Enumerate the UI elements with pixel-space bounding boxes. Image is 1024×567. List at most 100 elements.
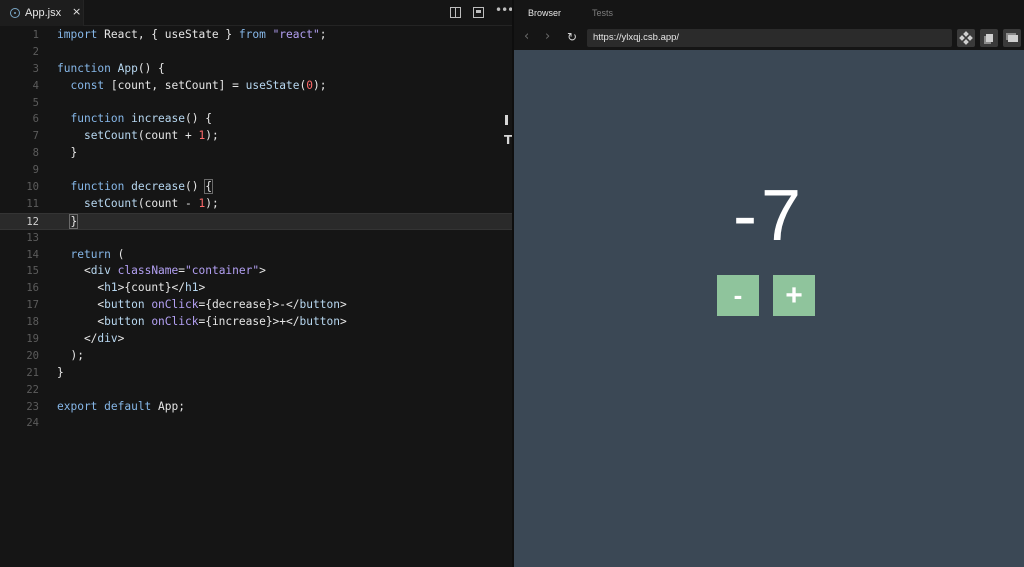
line-number: 5 — [32, 96, 39, 109]
line-number: 16 — [26, 282, 39, 295]
code-line[interactable]: 5 — [0, 95, 512, 112]
code-token: ={decrease}>-</ — [198, 298, 300, 312]
line-text: ); — [57, 348, 84, 365]
code-token: import — [57, 28, 105, 41]
code-token: const — [70, 78, 111, 92]
code-token: () { — [185, 112, 212, 126]
code-line[interactable]: 16 <h1>{count}</h1> — [0, 280, 512, 297]
code-line[interactable]: 13 — [0, 230, 512, 247]
code-token: ); — [313, 78, 327, 92]
code-token: from — [238, 28, 273, 41]
line-number: 12 — [26, 215, 39, 228]
back-icon[interactable]: ‹ — [524, 29, 529, 45]
address-bar: ‹ › ↻ https://ylxqj.csb.app/ — [514, 26, 1024, 50]
close-icon[interactable]: × — [72, 6, 81, 18]
line-text: <button onClick={decrease}>-</button> — [57, 297, 346, 314]
line-number: 10 — [26, 181, 39, 194]
forward-icon[interactable]: › — [545, 29, 550, 45]
code-token: useState — [245, 78, 300, 92]
code-line[interactable]: 24 — [0, 415, 512, 432]
fullscreen-icon[interactable] — [1003, 29, 1021, 47]
code-token: = — [178, 264, 186, 278]
line-number: 21 — [26, 366, 39, 379]
line-number: 3 — [32, 62, 39, 75]
code-token: { — [204, 179, 213, 195]
code-line[interactable]: 2 — [0, 44, 512, 61]
code-token: "react" — [272, 28, 320, 41]
split-editor-icon[interactable] — [450, 7, 461, 18]
line-text: function decrease() { — [57, 179, 213, 196]
code-token: increase — [131, 112, 185, 126]
code-token: < — [57, 298, 105, 312]
open-new-window-icon[interactable] — [980, 29, 998, 47]
code-line[interactable]: 8 } — [0, 145, 512, 162]
line-number: 15 — [26, 265, 39, 278]
code-area[interactable]: 1 import React, { useState } from "react"… — [0, 27, 512, 432]
line-number: 6 — [32, 113, 39, 126]
code-line[interactable]: 22 — [0, 382, 512, 399]
code-line[interactable]: 17 <button onClick={decrease}>-</button> — [0, 297, 512, 314]
code-token: h1 — [104, 281, 118, 295]
code-line[interactable]: 1 import React, { useState } from "react"… — [0, 27, 512, 44]
line-text: function App() { — [57, 61, 165, 78]
devtools-icon[interactable] — [957, 29, 975, 47]
code-token: setCount — [83, 129, 138, 143]
line-text: <h1>{count}</h1> — [57, 280, 205, 297]
code-line[interactable]: 9 — [0, 162, 512, 179]
url-input[interactable]: https://ylxqj.csb.app/ — [587, 29, 952, 47]
code-token: onClick — [151, 315, 199, 329]
code-token: ); — [205, 129, 219, 143]
code-token: > — [117, 332, 125, 346]
line-number: 2 — [32, 45, 39, 58]
code-line[interactable]: 21} — [0, 365, 512, 382]
code-line[interactable]: 20 ); — [0, 348, 512, 365]
browser-pane: Browser Tests ‹ › ↻ https://ylxqj.csb.ap… — [514, 0, 1024, 567]
code-editor: App.jsx × ••• 1 import React, { useState … — [0, 0, 514, 567]
code-line[interactable]: 23 export default App; — [0, 399, 512, 416]
open-preview-icon[interactable] — [473, 7, 484, 18]
line-text: export default App; — [57, 399, 185, 416]
scrollbar-marker[interactable] — [505, 115, 508, 125]
line-number: 20 — [26, 349, 39, 362]
code-token: () — [185, 180, 206, 194]
code-token: >{count}</ — [117, 281, 185, 295]
code-line[interactable]: 15 <div className="container"> — [0, 263, 512, 280]
more-icon[interactable]: ••• — [495, 4, 514, 16]
decrease-button[interactable]: - — [717, 275, 759, 316]
line-text: setCount(count - 1); — [57, 196, 219, 213]
tab-app-jsx[interactable]: App.jsx × — [0, 0, 84, 26]
code-token: > — [339, 315, 347, 329]
line-number: 23 — [26, 400, 39, 413]
increase-button[interactable]: + — [773, 275, 815, 316]
reload-icon[interactable]: ↻ — [567, 29, 577, 45]
code-token: App; — [158, 399, 185, 413]
code-line[interactable]: 12 } — [0, 212, 512, 230]
line-text: import React, { useState } from "react"; — [57, 27, 326, 44]
code-token: return — [70, 247, 118, 261]
code-line[interactable]: 10 function decrease() { — [0, 179, 512, 196]
line-number: 13 — [26, 231, 39, 244]
line-number: 18 — [26, 316, 39, 329]
line-number: 11 — [26, 197, 39, 210]
code-token: 0 — [306, 78, 314, 92]
tab-tests[interactable]: Tests — [592, 8, 613, 18]
editor-tab-bar: App.jsx × ••• — [0, 0, 514, 26]
code-line[interactable]: 3 function App() { — [0, 61, 512, 78]
code-token: ); — [57, 348, 84, 362]
code-token: ( — [117, 247, 125, 261]
code-token: </ — [57, 332, 98, 346]
code-line[interactable]: 4 const [count, setCount] = useState(0); — [0, 78, 512, 95]
tab-browser[interactable]: Browser — [528, 8, 561, 18]
code-token: ; — [319, 28, 327, 41]
code-line[interactable]: 11 setCount(count - 1); — [0, 196, 512, 213]
code-line[interactable]: 14 return ( — [0, 247, 512, 264]
code-line[interactable]: 7 setCount(count + 1); — [0, 128, 512, 145]
code-line[interactable]: 18 <button onClick={increase}>+</button> — [0, 314, 512, 331]
code-token: (count + — [137, 129, 199, 143]
code-line[interactable]: 19 </div> — [0, 331, 512, 348]
code-line[interactable]: 6 function increase() { — [0, 111, 512, 128]
